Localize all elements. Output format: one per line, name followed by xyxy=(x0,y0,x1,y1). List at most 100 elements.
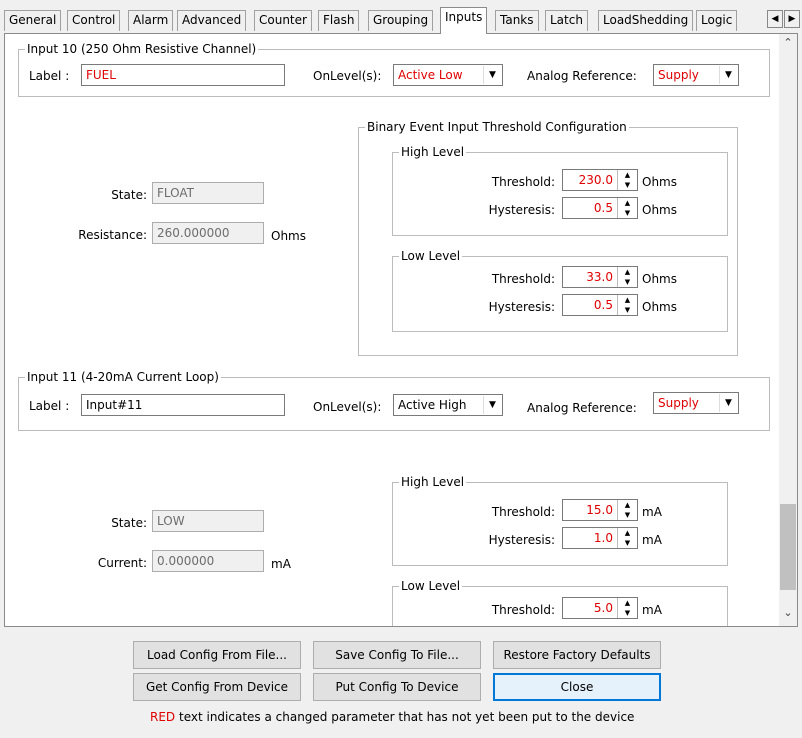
input10-label-caption: Label : xyxy=(29,69,70,83)
legend-red-word: RED xyxy=(150,710,176,724)
input11-label-caption: Label : xyxy=(29,399,70,413)
input10-low-threshold-value: 33.0 xyxy=(586,270,613,284)
tab-flash[interactable]: Flash xyxy=(318,10,360,31)
input10-low-level-title: Low Level xyxy=(399,248,463,264)
input11-current-caption: Current: xyxy=(97,556,147,570)
input11-high-level-group: High Level xyxy=(392,474,728,566)
spin-down-icon[interactable]: ▼ xyxy=(618,277,637,287)
tab-logic[interactable]: Logic xyxy=(696,10,738,31)
put-config-button[interactable]: Put Config To Device xyxy=(313,673,481,701)
restore-defaults-button[interactable]: Restore Factory Defaults xyxy=(493,641,661,669)
tab-control[interactable]: Control xyxy=(67,10,121,31)
input10-onlevel-select[interactable]: Active Low ▼ xyxy=(393,64,503,86)
input11-low-threshold-caption: Threshold: xyxy=(491,603,555,617)
input11-high-threshold-value: 15.0 xyxy=(586,503,613,517)
input10-high-hysteresis-spin[interactable]: 0.5 ▲ ▼ xyxy=(562,197,638,219)
input10-analog-value: Supply xyxy=(658,68,699,82)
input10-high-threshold-spin[interactable]: 230.0 ▲ ▼ xyxy=(562,169,638,191)
input10-high-threshold-unit: Ohms xyxy=(642,175,677,189)
tab-tanks[interactable]: Tanks xyxy=(495,10,539,31)
input11-low-threshold-unit: mA xyxy=(642,603,662,617)
spin-up-icon[interactable]: ▲ xyxy=(618,170,637,180)
input11-current-field: 0.000000 xyxy=(152,550,264,572)
spin-down-icon[interactable]: ▼ xyxy=(618,180,637,190)
tab-grouping[interactable]: Grouping xyxy=(368,10,434,31)
tab-strip: General Control Alarm Advanced Counter F… xyxy=(0,0,802,34)
tab-inputs[interactable]: Inputs xyxy=(440,7,488,34)
input10-state-field: FLOAT xyxy=(152,182,264,204)
chevron-down-icon: ▼ xyxy=(483,66,501,84)
input11-low-level-title: Low Level xyxy=(399,578,463,594)
spin-down-icon[interactable]: ▼ xyxy=(618,510,637,520)
tab-counter[interactable]: Counter xyxy=(254,10,312,31)
scroll-down-icon[interactable]: ⌄ xyxy=(779,606,797,619)
input10-onlevel-value: Active Low xyxy=(398,68,463,82)
input11-current-unit: mA xyxy=(271,557,291,571)
input10-onlevel-caption: OnLevel(s): xyxy=(313,69,382,83)
get-config-button[interactable]: Get Config From Device xyxy=(133,673,301,701)
tab-scroll-left-button[interactable]: ◀ xyxy=(767,10,783,28)
input10-analog-caption: Analog Reference: xyxy=(527,69,637,83)
input11-onlevel-caption: OnLevel(s): xyxy=(313,400,382,414)
spin-up-icon[interactable]: ▲ xyxy=(618,267,637,277)
input10-analog-select[interactable]: Supply ▼ xyxy=(653,64,739,86)
input11-high-threshold-unit: mA xyxy=(642,505,662,519)
input10-high-threshold-value: 230.0 xyxy=(578,173,613,187)
tab-alarm[interactable]: Alarm xyxy=(128,10,174,31)
spin-down-icon[interactable]: ▼ xyxy=(618,538,637,548)
input11-high-hysteresis-spin[interactable]: 1.0 ▲ ▼ xyxy=(562,527,638,549)
input10-high-level-group: High Level xyxy=(392,144,728,236)
spin-up-icon[interactable]: ▲ xyxy=(618,598,637,608)
input10-low-hysteresis-unit: Ohms xyxy=(642,300,677,314)
tab-advanced[interactable]: Advanced xyxy=(177,10,247,31)
save-config-button[interactable]: Save Config To File... xyxy=(313,641,481,669)
input10-low-threshold-spin[interactable]: 33.0 ▲ ▼ xyxy=(562,266,638,288)
input11-label-input[interactable]: Input#11 xyxy=(81,394,285,416)
input10-title: Input 10 (250 Ohm Resistive Channel) xyxy=(25,41,259,57)
spin-down-icon[interactable]: ▼ xyxy=(618,208,637,218)
input10-low-hysteresis-spin[interactable]: 0.5 ▲ ▼ xyxy=(562,294,638,316)
input11-onlevel-select[interactable]: Active High ▼ xyxy=(393,394,503,416)
chevron-right-icon: ▶ xyxy=(788,14,796,24)
input11-high-hysteresis-caption: Hysteresis: xyxy=(488,533,555,547)
spin-up-icon[interactable]: ▲ xyxy=(618,198,637,208)
legend-text: text indicates a changed parameter that … xyxy=(175,710,635,724)
vertical-scrollbar[interactable]: ⌃ ⌄ xyxy=(779,34,797,626)
spin-down-icon[interactable]: ▼ xyxy=(618,305,637,315)
input11-high-level-title: High Level xyxy=(399,474,467,490)
input10-low-level-group: Low Level xyxy=(392,248,728,332)
chevron-down-icon: ▼ xyxy=(483,396,501,414)
input11-title: Input 11 (4-20mA Current Loop) xyxy=(25,369,221,385)
load-config-button[interactable]: Load Config From File... xyxy=(133,641,301,669)
input10-high-threshold-caption: Threshold: xyxy=(491,175,555,189)
binary-event-title: Binary Event Input Threshold Configurati… xyxy=(365,119,629,135)
input11-low-threshold-spin[interactable]: 5.0 ▲ ▼ xyxy=(562,597,638,619)
spin-down-icon[interactable]: ▼ xyxy=(618,608,637,618)
scrollbar-thumb[interactable] xyxy=(780,504,796,590)
input10-resistance-field: 260.000000 xyxy=(152,222,264,244)
input10-resistance-unit: Ohms xyxy=(271,229,306,243)
spin-up-icon[interactable]: ▲ xyxy=(618,295,637,305)
input11-onlevel-value: Active High xyxy=(398,398,467,412)
input10-high-hysteresis-unit: Ohms xyxy=(642,203,677,217)
input11-high-hysteresis-unit: mA xyxy=(642,533,662,547)
input10-low-threshold-unit: Ohms xyxy=(642,272,677,286)
input11-state-caption: State: xyxy=(111,516,147,530)
input10-low-threshold-caption: Threshold: xyxy=(491,272,555,286)
input11-analog-value: Supply xyxy=(658,396,699,410)
input11-analog-caption: Analog Reference: xyxy=(527,401,637,415)
chevron-down-icon: ▼ xyxy=(719,66,737,84)
input11-analog-select[interactable]: Supply ▼ xyxy=(653,392,739,414)
tab-loadshedding[interactable]: LoadShedding xyxy=(598,10,694,31)
spin-up-icon[interactable]: ▲ xyxy=(618,500,637,510)
input11-high-threshold-spin[interactable]: 15.0 ▲ ▼ xyxy=(562,499,638,521)
tab-scroll-right-button[interactable]: ▶ xyxy=(784,10,800,28)
input10-high-level-title: High Level xyxy=(399,144,467,160)
close-button[interactable]: Close xyxy=(493,673,661,701)
scroll-up-icon[interactable]: ⌃ xyxy=(779,36,797,49)
tab-general[interactable]: General xyxy=(4,10,62,31)
input11-state-field: LOW xyxy=(152,510,264,532)
spin-up-icon[interactable]: ▲ xyxy=(618,528,637,538)
tab-latch[interactable]: Latch xyxy=(545,10,588,31)
input10-label-input[interactable]: FUEL xyxy=(81,64,285,86)
